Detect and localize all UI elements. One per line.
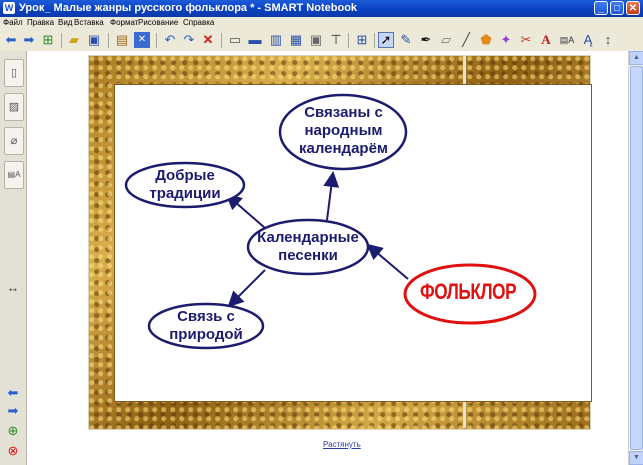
add-page-icon[interactable]: ⊞ <box>40 32 56 48</box>
menu-help[interactable]: Справка <box>183 18 214 27</box>
scroll-up-icon[interactable]: ▲ <box>629 51 643 65</box>
pen-icon[interactable]: ✎ <box>398 32 414 48</box>
side-tabs: ▯ ▨ ⌀ ▤A ↔ ⬅ ➡ ⊕ ⊗ <box>0 51 27 465</box>
menu-bar: Файл Правка Вид Вставка Формат Рисование… <box>0 17 643 29</box>
select-arrow-icon[interactable]: ➚ <box>378 32 394 48</box>
connector-folklore <box>366 243 409 280</box>
delete-x-icon[interactable]: ✕ <box>134 32 150 48</box>
shape-icon[interactable]: ⬟ <box>478 32 494 48</box>
vertical-scrollbar[interactable]: ▲ ▼ <box>628 51 643 465</box>
creative-pen-icon[interactable]: ✒ <box>418 32 434 48</box>
undo-icon[interactable]: ↶ <box>162 32 178 48</box>
window-title: Урок_ Малые жанры русского фольклора * -… <box>19 2 358 14</box>
menu-edit[interactable]: Правка <box>27 18 54 27</box>
redo-icon[interactable]: ↷ <box>181 32 197 48</box>
node-center-label[interactable]: Календарные песенки <box>248 229 368 265</box>
node-bottom-left-label[interactable]: Связь с природой <box>149 308 263 344</box>
connector-top-right <box>323 171 340 221</box>
menu-file[interactable]: Файл <box>3 18 23 27</box>
title-bar: W Урок_ Малые жанры русского фольклора *… <box>0 0 643 17</box>
maximize-button[interactable]: □ <box>610 1 624 15</box>
folklore-label[interactable]: ФОЛЬКЛОР <box>420 279 517 305</box>
delete-icon[interactable]: ✕ <box>200 32 216 48</box>
screen-shade-icon[interactable]: ▭ <box>227 32 243 48</box>
resize-icon[interactable]: ↔ <box>5 281 21 295</box>
dual-page-icon[interactable]: ▥ <box>268 32 284 48</box>
line-icon[interactable]: ╱ <box>458 32 474 48</box>
full-screen-icon[interactable]: ▬ <box>247 32 263 48</box>
menu-view[interactable]: Вид <box>58 18 72 27</box>
node-top-right-label[interactable]: Связаны с народным календарём <box>281 104 406 158</box>
page-sorter-icon[interactable]: ▯ <box>4 59 24 87</box>
text-icon[interactable]: A <box>538 32 554 48</box>
menu-insert[interactable]: Вставка <box>74 18 104 27</box>
capture-window-icon[interactable]: ▣ <box>308 32 324 48</box>
properties-icon[interactable]: ▤A <box>4 161 24 189</box>
properties-icon[interactable]: ▤A <box>559 32 575 48</box>
capture-icon[interactable]: ▦ <box>288 32 304 48</box>
smart-notebook-icon: W <box>3 2 15 14</box>
scroll-down-icon[interactable]: ▼ <box>629 451 643 465</box>
move-toolbar-icon[interactable]: ↕ <box>600 32 616 48</box>
node-top-left-label[interactable]: Добрые традиции <box>127 167 243 203</box>
menu-draw[interactable]: Рисование <box>138 18 178 27</box>
close-button[interactable]: ✕ <box>626 1 640 15</box>
paste-icon[interactable]: ▤ <box>114 32 130 48</box>
connector-bottom-left <box>227 269 266 308</box>
back-arrow-icon[interactable]: ⬅ <box>3 32 19 48</box>
table-icon[interactable]: ⊞ <box>354 32 370 48</box>
delete-page-icon[interactable]: ⊗ <box>5 444 21 458</box>
scroll-thumb[interactable] <box>630 66 643 450</box>
save-icon[interactable]: ▣ <box>86 32 102 48</box>
magic-pen-icon[interactable]: ✦ <box>498 32 514 48</box>
menu-format[interactable]: Формат <box>110 18 138 27</box>
open-folder-icon[interactable]: ▰ <box>66 32 82 48</box>
toolbar: ⬅ ➡ ⊞ ▰ ▣ ▤ ✕ ↶ ↷ ✕ ▭ ▬ ▥ ▦ ▣ ⊤ ⊞ ➚ ✎ ✒ … <box>0 29 643 52</box>
attachments-icon[interactable]: ⌀ <box>4 127 24 155</box>
forward-arrow-icon[interactable]: ➡ <box>21 32 37 48</box>
back-arrow-icon[interactable]: ⬅ <box>5 386 21 400</box>
add-page-icon[interactable]: ⊕ <box>5 424 21 438</box>
document-camera-icon[interactable]: ⊤ <box>328 32 344 48</box>
fill-icon[interactable]: ✂ <box>518 32 534 48</box>
eraser-icon[interactable]: ▱ <box>438 32 454 48</box>
font-icon[interactable]: Ą <box>580 32 596 48</box>
gallery-icon[interactable]: ▨ <box>4 93 24 121</box>
stretch-link[interactable]: Растянуть <box>323 440 361 449</box>
slide-canvas[interactable]: Календарные песенки Связаны с народным к… <box>114 84 592 402</box>
minimize-button[interactable]: _ <box>594 1 608 15</box>
forward-arrow-icon[interactable]: ➡ <box>5 404 21 418</box>
